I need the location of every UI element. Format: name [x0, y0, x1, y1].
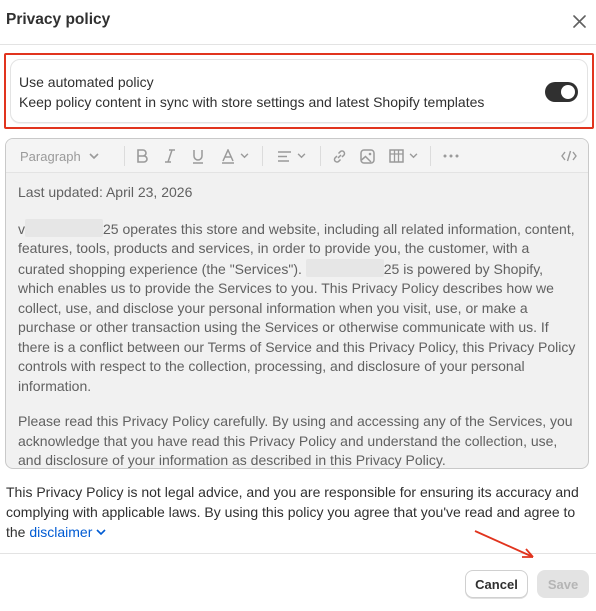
more-options-button[interactable]: [442, 145, 460, 167]
disclaimer-notice: This Privacy Policy is not legal advice,…: [6, 484, 579, 540]
automated-policy-card: Use automated policy Keep policy content…: [10, 59, 588, 123]
policy-editor: Paragraph Last updated: April 23, 2026 v…: [5, 138, 589, 469]
toolbar-separator: [262, 146, 263, 166]
save-button[interactable]: Save: [537, 570, 589, 598]
toolbar-separator: [430, 146, 431, 166]
policy-paragraph: v 25 operates this store and website, inc…: [18, 218, 576, 394]
automated-policy-description: Keep policy content in sync with store s…: [19, 94, 485, 110]
editor-content[interactable]: Last updated: April 23, 2026 v 25 operate…: [18, 183, 578, 468]
disclaimer-link[interactable]: disclaimer: [29, 524, 106, 540]
last-updated-text: Last updated: April 23, 2026: [18, 184, 193, 200]
chevron-down-icon: [89, 152, 99, 159]
close-icon: [572, 14, 586, 28]
underline-icon: [193, 149, 203, 164]
more-icon: [443, 154, 459, 158]
toolbar-separator: [320, 146, 321, 166]
bold-button[interactable]: [134, 145, 150, 167]
align-icon: [277, 150, 291, 162]
link-button[interactable]: [330, 145, 348, 167]
chevron-down-icon: [96, 529, 106, 536]
redacted-store-name: [305, 258, 384, 277]
toggle-knob: [561, 85, 575, 99]
block-format-label: Paragraph: [20, 148, 81, 164]
modal-header: Privacy policy: [0, 0, 596, 44]
align-button[interactable]: [274, 145, 308, 167]
text-color-icon: [222, 148, 234, 164]
image-button[interactable]: [358, 145, 376, 167]
cancel-button[interactable]: Cancel: [465, 570, 528, 598]
chevron-down-icon: [409, 153, 417, 159]
chevron-down-icon: [240, 153, 249, 159]
editor-toolbar: Paragraph: [6, 139, 588, 173]
underline-button[interactable]: [190, 145, 206, 167]
modal-title: Privacy policy: [6, 11, 111, 28]
chevron-down-icon: [297, 153, 305, 159]
italic-icon: [165, 149, 175, 163]
table-icon: [388, 149, 404, 163]
automated-policy-title: Use automated policy: [19, 74, 154, 90]
image-icon: [359, 148, 375, 164]
toolbar-separator: [124, 146, 125, 166]
block-format-select[interactable]: Paragraph: [20, 145, 99, 167]
table-button[interactable]: [386, 145, 420, 167]
code-view-button[interactable]: [560, 145, 578, 167]
header-divider: [0, 44, 596, 45]
policy-paragraph: Please read this Privacy Policy carefull…: [18, 413, 573, 468]
bold-icon: [137, 149, 148, 163]
link-icon: [333, 149, 345, 163]
close-button[interactable]: [568, 10, 590, 32]
footer-divider: [0, 553, 596, 554]
text-color-button[interactable]: [218, 145, 252, 167]
redacted-store-name: [25, 218, 103, 237]
italic-button[interactable]: [162, 145, 178, 167]
code-icon: [561, 150, 577, 162]
automated-policy-toggle[interactable]: [545, 82, 578, 102]
